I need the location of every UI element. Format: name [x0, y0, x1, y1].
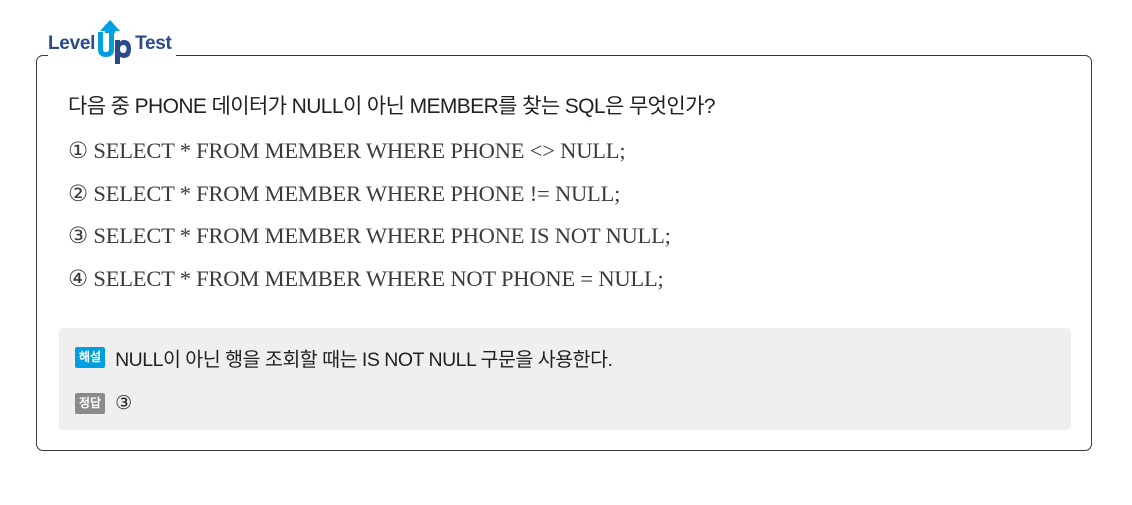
- answer-badge: 정답: [75, 392, 106, 414]
- explanation-text: NULL이 아닌 행을 조회할 때는 IS NOT NULL 구문을 사용한다.: [115, 349, 613, 371]
- logo-test-text: Test: [135, 33, 172, 54]
- option-3: ③ SELECT * FROM MEMBER WHERE PHONE IS NO…: [68, 223, 671, 249]
- option-2: ② SELECT * FROM MEMBER WHERE PHONE != NU…: [68, 180, 621, 206]
- answer-box: 해설 NULL이 아닌 행을 조회할 때는 IS NOT NULL 구문을 사용…: [59, 328, 1071, 430]
- up-arrow-icon: [98, 20, 132, 64]
- explanation-badge: 해설: [75, 347, 106, 368]
- logo-level-text: Level: [48, 33, 96, 54]
- logo-up-mark: [96, 20, 132, 64]
- option-1: ① SELECT * FROM MEMBER WHERE PHONE <> NU…: [68, 138, 626, 163]
- level-up-test-logo: Level Test: [48, 20, 176, 64]
- option-4: ④ SELECT * FROM MEMBER WHERE NOT PHONE =…: [68, 265, 664, 291]
- answer-row: 정답 ③: [75, 392, 132, 414]
- option-list: ① SELECT * FROM MEMBER WHERE PHONE <> NU…: [68, 136, 671, 306]
- explanation-row: 해설 NULL이 아닌 행을 조회할 때는 IS NOT NULL 구문을 사용…: [75, 343, 613, 372]
- question-text: 다음 중 PHONE 데이터가 NULL이 아닌 MEMBER를 찾는 SQL은…: [68, 95, 716, 118]
- question-card: 다음 중 PHONE 데이터가 NULL이 아닌 MEMBER를 찾는 SQL은…: [36, 55, 1092, 451]
- answer-value: ③: [115, 392, 133, 414]
